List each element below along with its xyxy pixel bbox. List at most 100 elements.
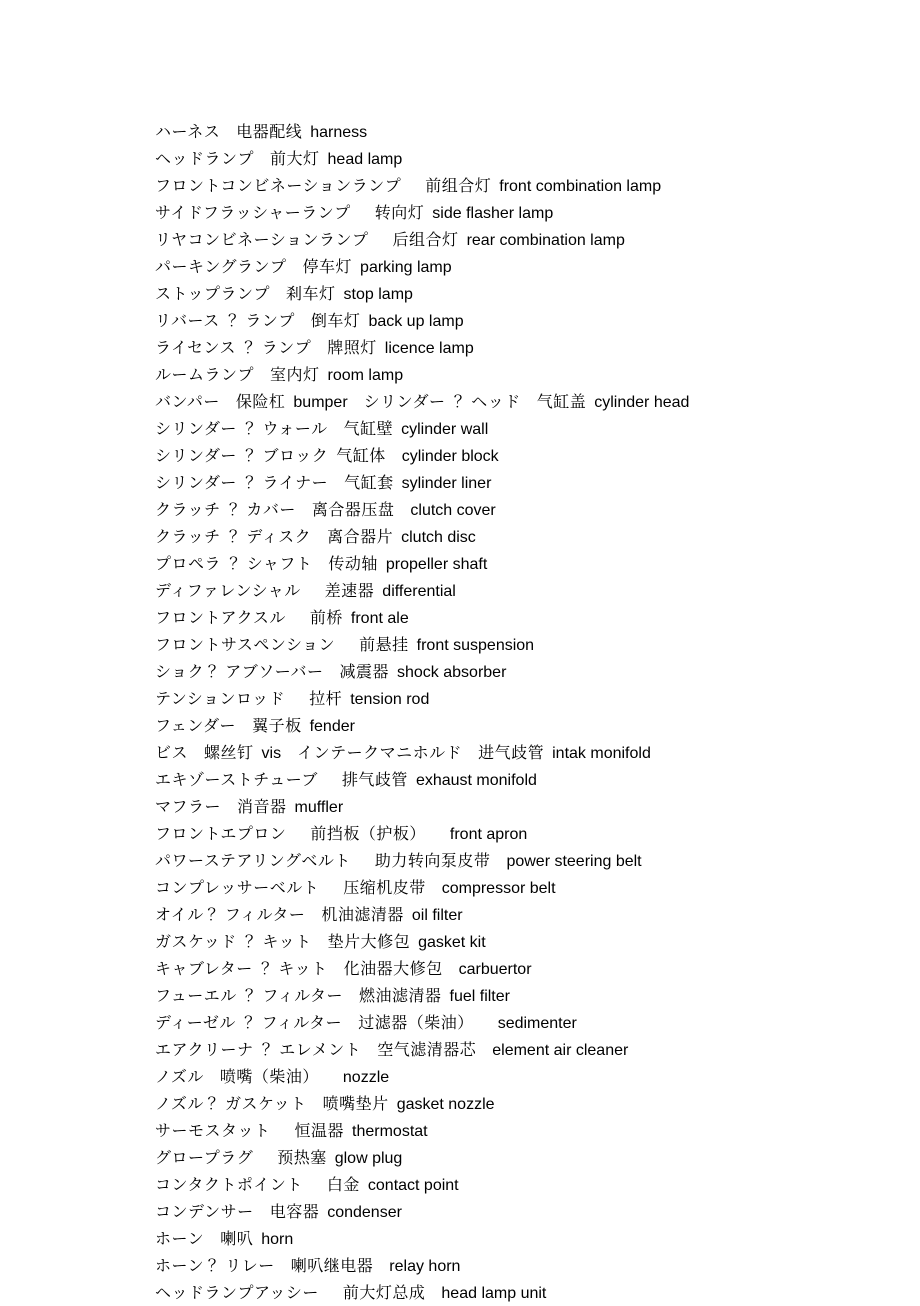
term-chinese: 保险杠	[236, 389, 286, 412]
glossary-line: ホーン？ リレー喇叭继电器relay horn	[155, 1252, 765, 1279]
term-chinese: 前组合灯	[425, 173, 491, 196]
term-japanese: サイドフラッシャーランプ	[155, 200, 351, 223]
term-japanese: フロントサスペンション	[155, 632, 335, 655]
term-chinese: 排气歧管	[342, 767, 408, 790]
term-japanese: ノズル	[155, 1064, 204, 1087]
term-english: fuel filter	[450, 988, 510, 1005]
term-chinese: 刹车灯	[286, 281, 336, 304]
term-japanese: テンションロッド	[155, 686, 285, 709]
glossary-line: ヘッドランプ前大灯head lamp	[155, 145, 765, 172]
term-japanese: フューエル ？ フィルター	[155, 983, 343, 1006]
term-english: rear combination lamp	[467, 232, 625, 249]
glossary-line: ビス螺丝钉visインテークマニホルド进气歧管intak monifold	[155, 739, 765, 766]
term-japanese: ハーネス	[155, 119, 220, 142]
term-english: bumper	[293, 394, 347, 411]
term-japanese: サーモスタット	[155, 1118, 271, 1141]
term-chinese: 拉杆	[309, 686, 342, 709]
term-english: cylinder wall	[401, 421, 488, 438]
term-english: front apron	[450, 826, 527, 843]
glossary-line: パーキングランプ停车灯parking lamp	[155, 253, 765, 280]
term-english: contact point	[368, 1177, 459, 1194]
glossary-line: クラッチ ？ カバー离合器压盘clutch cover	[155, 496, 765, 523]
term-english: element air cleaner	[492, 1042, 628, 1059]
glossary-list: ハーネス电器配线harnessヘッドランプ前大灯head lampフロントコンビ…	[155, 118, 765, 1306]
glossary-line: エキゾーストチューブ排气歧管exhaust monifold	[155, 766, 765, 793]
term-chinese: 停车灯	[303, 254, 353, 277]
glossary-line: シリンダー ？ ライナー气缸套 sylinder liner	[155, 469, 765, 496]
term-japanese: シリンダー ？ ブロック	[155, 443, 328, 466]
term-english: differential	[382, 583, 456, 600]
term-japanese: ホーン？ リレー	[155, 1253, 275, 1276]
term-chinese: 气缸盖	[537, 389, 587, 412]
term-chinese: 牌照灯	[327, 335, 377, 358]
term-chinese: 预热塞	[277, 1145, 327, 1168]
term-chinese: 室内灯	[270, 362, 320, 385]
term-japanese: ディーゼル ？ フィルター	[155, 1010, 342, 1033]
term-chinese: 喇叭继电器	[291, 1253, 374, 1276]
term-japanese: オイル？ フィルター	[155, 902, 305, 925]
term-english: shock absorber	[397, 664, 506, 681]
term-english: power steering belt	[506, 853, 641, 870]
term-english: oil filter	[412, 907, 463, 924]
term-japanese: シリンダー ？ ヘッド	[364, 389, 521, 412]
term-japanese: ストップランプ	[155, 281, 270, 304]
glossary-line: フロントアクスル前桥front ale	[155, 604, 765, 631]
term-chinese: 离合器压盘	[312, 497, 395, 520]
term-chinese: 减震器	[339, 659, 389, 682]
term-chinese: 后组合灯	[393, 227, 459, 250]
term-japanese: クラッチ ？ ディスク	[155, 524, 311, 547]
term-english: vis	[262, 745, 282, 762]
glossary-line: ルームランプ室内灯room lamp	[155, 361, 765, 388]
term-chinese: 倒车灯	[311, 308, 361, 331]
term-japanese: リヤコンビネーションランプ	[155, 227, 369, 250]
term-english: gasket nozzle	[397, 1096, 495, 1113]
term-english: gasket kit	[418, 934, 486, 951]
term-japanese: フロントアクスル	[155, 605, 286, 628]
term-japanese: インテークマニホルド	[297, 740, 462, 763]
term-chinese: 过滤器（柴油）	[358, 1010, 474, 1033]
term-chinese: 机油滤清器	[321, 902, 404, 925]
term-english: back up lamp	[368, 313, 463, 330]
glossary-line: ディファレンシャル差速器differential	[155, 577, 765, 604]
glossary-line: マフラー消音器muffler	[155, 793, 765, 820]
term-english: stop lamp	[344, 286, 413, 303]
glossary-line: フューエル ？ フィルター燃油滤清器fuel filter	[155, 982, 765, 1009]
term-chinese: 气缸套	[344, 470, 394, 493]
glossary-line: バンパー保险杠bumperシリンダー ？ ヘッド气缸盖cylinder head	[155, 388, 765, 415]
glossary-line: ライセンス ？ ランプ牌照灯licence lamp	[155, 334, 765, 361]
term-chinese: 消音器	[237, 794, 287, 817]
term-english: licence lamp	[385, 340, 474, 357]
term-chinese: 垫片大修包	[328, 929, 411, 952]
term-japanese: コンタクトポイント	[155, 1172, 303, 1195]
term-japanese: ガスケッド ？ キット	[155, 929, 312, 952]
term-chinese: 转向灯	[375, 200, 425, 223]
glossary-line: プロペラ ？ シャフト传动轴propeller shaft	[155, 550, 765, 577]
term-english: sylinder liner	[402, 475, 492, 492]
term-english: tension rod	[350, 691, 429, 708]
term-english: harness	[310, 124, 367, 141]
term-japanese: ホーン	[155, 1226, 204, 1249]
glossary-line: シリンダー ？ ウォール气缸壁cylinder wall	[155, 415, 765, 442]
term-english: clutch disc	[401, 529, 476, 546]
term-english: side flasher lamp	[432, 205, 553, 222]
glossary-line: サイドフラッシャーランプ 转向灯 side flasher lamp	[155, 199, 765, 226]
term-english: front combination lamp	[499, 178, 661, 195]
term-japanese: エアクリーナ ？ エレメント	[155, 1037, 361, 1060]
term-chinese: 螺丝钉	[204, 740, 254, 763]
glossary-line: ヘッドランプアッシー前大灯总成head lamp unit	[155, 1279, 765, 1306]
term-english: exhaust monifold	[416, 772, 537, 789]
term-chinese: 前大灯	[270, 146, 320, 169]
glossary-line: パワーステアリングベルト助力转向泵皮带power steering belt	[155, 847, 765, 874]
term-japanese: グロープラグ	[155, 1145, 253, 1168]
term-english: cylinder head	[594, 394, 689, 411]
glossary-line: ノズル？ ガスケット喷嘴垫片gasket nozzle	[155, 1090, 765, 1117]
term-japanese: シリンダー ？ ライナー	[155, 470, 328, 493]
term-chinese: 气缸体	[336, 443, 386, 466]
term-japanese: フェンダー	[155, 713, 236, 736]
term-japanese: フロントコンビネーションランプ	[155, 173, 401, 196]
term-japanese: パーキングランプ	[155, 254, 287, 277]
term-chinese: 差速器	[325, 578, 375, 601]
term-chinese: 电容器	[270, 1199, 320, 1222]
term-japanese: コンプレッサーベルト	[155, 875, 319, 898]
term-english: thermostat	[352, 1123, 428, 1140]
